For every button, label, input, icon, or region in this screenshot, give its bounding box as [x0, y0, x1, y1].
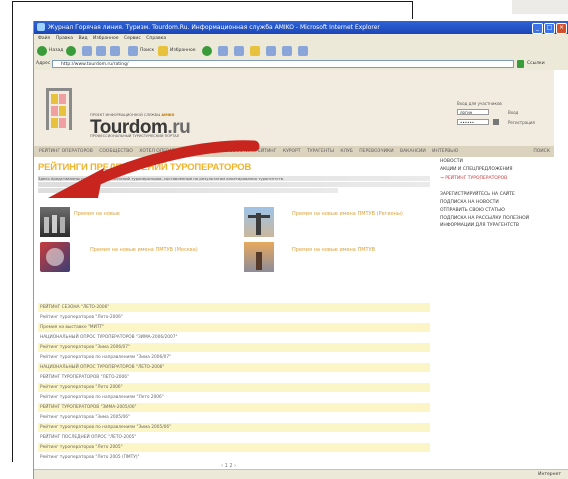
ie-icon	[37, 23, 45, 31]
page-content: ПРОЕКТ ИНФОРМАЦИОННОЙ СЛУЖБЫ AMIKO Tourd…	[34, 70, 568, 470]
thumb-caption-3[interactable]: Премия на новые имена ПМТУВ (Москва)	[90, 247, 198, 253]
list-item[interactable]: НАЦИОНАЛЬНЫЙ ОПРОС ТУРОПЕРАТОРОВ "ЛЕТО-2…	[38, 363, 430, 372]
list-item[interactable]: РЕЙТИНГ ТУРОПЕРАТОРОВ "ЗИМА-2005/06"	[38, 403, 430, 412]
menu-edit[interactable]: Правка	[56, 36, 73, 41]
register-link[interactable]: Регистрация	[508, 120, 535, 125]
browser-window: Журнал Горячая линия. Туризм. Tourdom.Ru…	[33, 21, 568, 479]
history-icon[interactable]	[218, 46, 228, 56]
thumb-caption-2[interactable]: Премия на новые имена ПМТУВ (Регионы)	[292, 211, 403, 217]
media-icon[interactable]	[202, 46, 212, 56]
list-item[interactable]: НАЦИОНАЛЬНЫЙ ОПРОС ТУРОПЕРАТОРОВ "ЗИМА-2…	[38, 333, 430, 342]
close-button[interactable]: ×	[556, 23, 567, 34]
list-item[interactable]: Рейтинг туроператоров по направлениям "З…	[38, 423, 430, 432]
address-label: Адрес	[36, 61, 51, 66]
list-item[interactable]: РЕЙТИНГ ТУРОПЕРАТОРОВ "ЛЕТО-2006"	[38, 373, 430, 382]
frame-line-right	[412, 1, 413, 19]
nav-item-carriers[interactable]: ПЕРЕВОЗЧИКИ	[359, 149, 393, 154]
favorites-icon[interactable]	[158, 46, 168, 56]
thumb-photo-2[interactable]	[244, 207, 274, 237]
nav-search-link[interactable]: ПОИСК	[533, 146, 550, 157]
search-icon[interactable]	[128, 46, 138, 56]
favorites-label[interactable]: Избранное	[170, 48, 196, 53]
forward-icon[interactable]	[66, 46, 76, 56]
list-item[interactable]: Рейтинг туроператоров "Лето 2005 (ПМТУ)"	[38, 453, 430, 462]
minimize-button[interactable]: _	[532, 23, 543, 34]
window-title: Журнал Горячая линия. Туризм. Tourdom.Ru…	[48, 24, 380, 31]
annotation-arrow-icon	[48, 140, 260, 198]
menu-bar: Файл Правка Вид Избранное Сервис Справка	[34, 34, 568, 43]
list-item[interactable]: Рейтинг туроператоров "Лето 2006"	[38, 383, 430, 392]
stop-icon[interactable]	[82, 46, 92, 56]
menu-favorites[interactable]: Избранное	[93, 36, 119, 41]
username-field[interactable]: логин	[457, 109, 489, 115]
list-item[interactable]: РЕЙТИНГ ПОСЛЕДНЕЙ ОПРОС "ЛЕТО-2005"	[38, 433, 430, 442]
frame-line-left	[12, 1, 13, 462]
menu-view[interactable]: Вид	[78, 36, 87, 41]
sidebar-item-rating[interactable]: → РЕЙТИНГ ТУРОПЕРАТОРОВ	[440, 176, 507, 181]
corner-box	[512, 0, 568, 14]
password-field[interactable]: ••••••	[457, 119, 489, 125]
status-zone: Интернет	[538, 472, 561, 477]
menu-help[interactable]: Справка	[146, 36, 166, 41]
address-input[interactable]: http://www.tourdom.ru/rating/	[52, 60, 514, 68]
list-item[interactable]: РЕЙТИНГ СЕЗОНА "ЛЕТО-2006"	[38, 303, 430, 312]
login-link[interactable]: Вход	[508, 110, 518, 115]
login-box: Вход для участников логин •••••• Вход Ре…	[450, 100, 554, 140]
mail-icon[interactable]	[234, 46, 244, 56]
tagline-bottom: ПРОФЕССИОНАЛЬНЫЙ ТУРИСТИЧЕСКИЙ ПОРТАЛ	[90, 134, 180, 138]
login-button[interactable]	[493, 119, 499, 125]
list-item[interactable]: Рейтинг туроператоров по направлениям "Л…	[38, 393, 430, 402]
thumb-photo-3[interactable]	[40, 242, 70, 272]
status-bar: Интернет	[34, 469, 568, 479]
list-item[interactable]: Рейтинг туроператоров "Лето 2005"	[38, 443, 430, 452]
sidebar-item-subscribe[interactable]: ПОДПИСКА НА НОВОСТИ	[440, 200, 499, 205]
menu-tools[interactable]: Сервис	[124, 36, 141, 41]
maximize-button[interactable]: □	[544, 23, 555, 34]
tourdom-logo-icon[interactable]	[46, 88, 72, 130]
sidebar-item-offers[interactable]: АКЦИИ И СПЕЦПРЕДЛОЖЕНИЯ	[440, 167, 513, 172]
search-label[interactable]: Поиск	[140, 48, 154, 53]
thumb-caption-1[interactable]: Премия на новые	[74, 211, 120, 217]
thumb-photo-4[interactable]	[244, 242, 274, 272]
home-icon[interactable]	[110, 46, 120, 56]
refresh-icon[interactable]	[96, 46, 106, 56]
nav-item-vacancies[interactable]: ВАКАНСИИ	[400, 149, 426, 154]
list-item[interactable]: Рейтинг туроператоров по направлениям "З…	[38, 353, 430, 362]
list-item[interactable]: Рейтинг туроператоров "Лето-2006"	[38, 313, 430, 322]
list-item[interactable]: Рейтинг туроператоров "Зима 2005/06"	[38, 413, 430, 422]
login-label: Вход для участников	[457, 101, 502, 106]
toolbar: Назад Поиск Избранное	[34, 43, 568, 60]
frame-line-top	[12, 1, 413, 2]
menu-file[interactable]: Файл	[38, 36, 50, 41]
back-label[interactable]: Назад	[49, 48, 63, 53]
site-header: ПРОЕКТ ИНФОРМАЦИОННОЙ СЛУЖБЫ AMIKO Tourd…	[34, 70, 554, 146]
sidebar-item-news[interactable]: НОВОСТИ	[440, 159, 463, 164]
nav-item-agents[interactable]: ТУРАГЕНТЫ	[307, 149, 334, 154]
edit-icon[interactable]	[266, 46, 276, 56]
sidebar-item-register[interactable]: ЗАРЕГИСТРИРУЙТЕСЬ НА САЙТЕ	[440, 192, 515, 197]
thumb-photo-1[interactable]	[40, 207, 70, 237]
list-item[interactable]: Премия на выставке "МИТТ"	[38, 323, 430, 332]
print-icon[interactable]	[250, 46, 260, 56]
back-icon[interactable]	[37, 46, 47, 56]
nav-item-interview[interactable]: ИНТЕРВЬЮ	[432, 149, 458, 154]
title-bar: Журнал Горячая линия. Туризм. Tourdom.Ru…	[34, 21, 568, 34]
discuss-icon[interactable]	[282, 46, 292, 56]
sidebar-item-article[interactable]: ОТПРАВИТЬ СВОЮ СТАТЬЮ	[440, 208, 505, 213]
sidebar-item-mailing-info[interactable]: ИНФОРМАЦИИ ДЛЯ ТУРАГЕНТСТВ	[440, 223, 519, 228]
list-item[interactable]: Рейтинг туроператоров "Зима 2006/07"	[38, 343, 430, 352]
thumb-caption-4[interactable]: Премия на новые имена ПМТУВ	[292, 247, 375, 253]
links-label[interactable]: Ссылки	[527, 61, 545, 66]
sidebar-item-mailing[interactable]: ПОДПИСКА НА РАССЫЛКУ ПОЛЕЗНОЙ	[440, 216, 529, 221]
messenger-icon[interactable]	[298, 46, 308, 56]
nav-item-resort[interactable]: КУРОРТ	[283, 149, 301, 154]
go-button[interactable]	[517, 60, 524, 68]
nav-item-club[interactable]: КЛУБ	[340, 149, 352, 154]
